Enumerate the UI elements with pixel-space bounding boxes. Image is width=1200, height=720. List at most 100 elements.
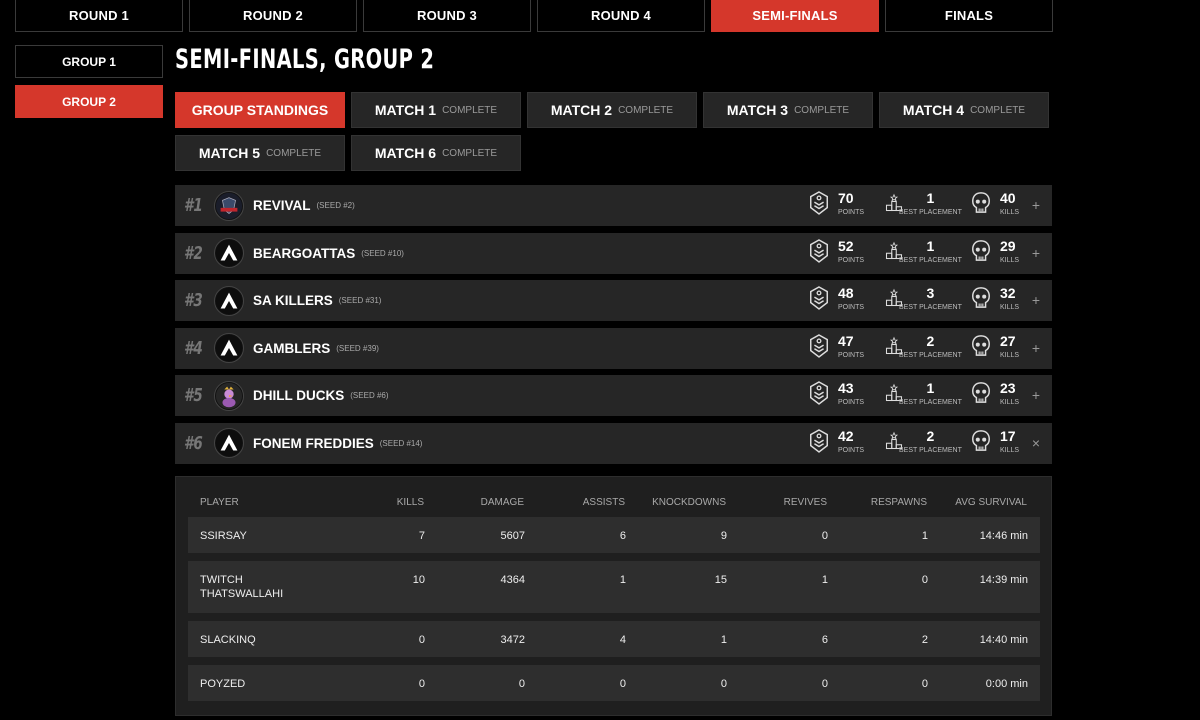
apex-logo [214, 238, 244, 268]
tab-group-standings[interactable]: GROUP STANDINGS [175, 92, 345, 128]
team-row[interactable]: #3 SA KILLERS (SEED #31) 48 POINTS 3 BEST PLAC… [175, 280, 1052, 321]
match-tab[interactable]: MATCH 1 COMPLETE [351, 92, 521, 128]
match-tab-label: MATCH 5 [198, 145, 261, 161]
points-values: 70 POINTS [838, 190, 864, 217]
kills-caption: KILLS [1000, 399, 1020, 406]
kills-stat: 23 KILLS [970, 380, 1019, 407]
best-placement-values: 1 BEST PLACEMENT [899, 380, 962, 407]
points-values: 47 POINTS [838, 333, 864, 360]
cell-respawns: 0 [921, 678, 928, 690]
table-row: SLACKINQ 0 3472 4 1 6 2 14:40 min [188, 621, 1040, 657]
match-status: COMPLETE [794, 104, 850, 116]
team-name: BEARGOATTAS [253, 245, 356, 261]
kills-icon [970, 190, 1000, 216]
header-damage: DAMAGE [480, 497, 524, 508]
kills-stat: 32 KILLS [970, 285, 1019, 312]
player-table-header: PLAYER KILLS DAMAGE ASSISTS KNOCKDOWNS REVIVE… [176, 477, 1051, 517]
round-tab-1[interactable]: ROUND 1 [15, 0, 183, 32]
expand-icon[interactable]: + [1032, 292, 1040, 308]
kills-values: 40 KILLS [1000, 190, 1019, 217]
match-tabs: GROUP STANDINGS MATCH 1 COMPLETE MATCH 2 COM… [175, 92, 1052, 178]
cell-kills: 0 [418, 678, 425, 690]
table-row: SSIRSAY 7 5607 6 9 0 1 14:46 min [188, 517, 1040, 553]
cell-avg-survival: 0:00 min [985, 678, 1028, 690]
team-rank: #5 [184, 385, 203, 406]
cell-kills: 10 [412, 574, 425, 586]
points-icon [808, 333, 838, 359]
cell-respawns: 2 [921, 634, 928, 646]
match-tab-label: MATCH 6 [374, 145, 437, 161]
header-avg-survival: AVG SURVIVAL [955, 497, 1027, 508]
round-tab-3[interactable]: ROUND 3 [363, 0, 531, 32]
team-row[interactable]: #4 GAMBLERS (SEED #39) 47 POINTS 2 BEST PLACEM… [175, 327, 1052, 369]
team-row[interactable]: #5 DHILL DUCKS (SEED #6) 43 POINTS 1 BEST PLAC… [175, 375, 1052, 416]
team-row[interactable]: #6 FONEM FREDDIES (SEED #14) 42 POINTS 2 BEST … [175, 422, 1052, 464]
kills-stat: 17 KILLS [970, 428, 1019, 455]
group-tab-1[interactable]: GROUP 1 [15, 45, 163, 78]
cell-player: SSIRSAY [200, 530, 247, 542]
round-tabs: ROUND 1 ROUND 2 ROUND 3 ROUND 4 SEMI-FINALS F… [15, 0, 1059, 32]
match-tab[interactable]: MATCH 3 COMPLETE [703, 92, 873, 128]
expand-icon[interactable]: + [1032, 197, 1040, 213]
points-values: 52 POINTS [838, 238, 864, 265]
cell-assists: 1 [619, 574, 626, 586]
match-tab[interactable]: MATCH 6 COMPLETE [351, 135, 521, 171]
header-assists: ASSISTS [582, 497, 625, 508]
match-tab[interactable]: MATCH 4 COMPLETE [879, 92, 1049, 128]
kills-caption: KILLS [1000, 256, 1020, 264]
expand-icon[interactable]: + [1032, 387, 1040, 403]
round-tab-6[interactable]: FINALS [885, 0, 1053, 32]
cell-revives: 0 [821, 678, 828, 690]
cell-assists: 0 [619, 678, 626, 690]
best-placement-caption: BEST PLACEMENT [899, 446, 962, 454]
match-tab[interactable]: MATCH 5 COMPLETE [175, 135, 345, 171]
best-placement-caption: BEST PLACEMENT [899, 256, 962, 264]
header-knockdowns: KNOCKDOWNS [652, 497, 726, 508]
round-tab-2[interactable]: ROUND 2 [189, 0, 357, 32]
points-value: 42 [838, 427, 854, 444]
team-name: SA KILLERS [253, 293, 333, 308]
match-tab-label: MATCH 2 [550, 102, 613, 118]
kills-values: 32 KILLS [1000, 285, 1019, 312]
cell-revives: 0 [821, 530, 828, 542]
table-row: POYZED 0 0 0 0 0 0 0:00 min [188, 665, 1040, 701]
best-placement-values: 2 BEST PLACEMENT [899, 333, 962, 360]
best-placement-value: 1 [926, 380, 935, 396]
group-tab-2[interactable]: GROUP 2 [15, 85, 163, 118]
points-icon [808, 190, 838, 216]
round-tab-4[interactable]: ROUND 4 [537, 0, 705, 32]
expand-icon[interactable]: + [1032, 245, 1040, 261]
match-status: COMPLETE [970, 104, 1026, 116]
best-placement-caption: BEST PLACEMENT [899, 304, 962, 311]
team-rank: #6 [184, 432, 203, 454]
points-icon [808, 285, 838, 311]
cell-damage: 5607 [500, 530, 525, 542]
team-rank: #2 [184, 242, 203, 264]
match-tab[interactable]: MATCH 2 COMPLETE [527, 92, 697, 128]
best-placement-value: 1 [926, 190, 935, 206]
team-row[interactable]: #1 REVIVAL (SEED #2) 70 POINTS 1 BEST PLACEMEN… [175, 185, 1052, 226]
points-values: 43 POINTS [838, 380, 864, 407]
points-caption: POINTS [838, 209, 865, 216]
expand-icon[interactable]: + [1032, 340, 1040, 356]
best-placement-value: 3 [926, 285, 935, 301]
team-name: GAMBLERS [253, 340, 331, 356]
cell-avg-survival: 14:46 min [979, 530, 1028, 542]
round-tab-5[interactable]: SEMI-FINALS [711, 0, 879, 32]
cell-damage: 3472 [500, 634, 525, 646]
best-placement-caption: BEST PLACEMENT [899, 399, 962, 406]
cell-player: SLACKINQ [200, 634, 256, 646]
player-stats-table: PLAYER KILLS DAMAGE ASSISTS KNOCKDOWNS REVIVE… [175, 476, 1052, 716]
collapse-icon[interactable]: × [1032, 435, 1040, 451]
points-caption: POINTS [838, 304, 865, 311]
best-placement-stat: 2 BEST PLACEMENT [885, 428, 962, 455]
kills-value: 27 [1000, 332, 1016, 349]
team-name: DHILL DUCKS [253, 388, 345, 403]
team-seed: (SEED #6) [350, 391, 389, 400]
points-stat: 42 POINTS [808, 428, 864, 455]
team-row[interactable]: #2 BEARGOATTAS (SEED #10) 52 POINTS 1 BEST PLA… [175, 232, 1052, 274]
team-name: REVIVAL [253, 198, 311, 213]
points-stat: 48 POINTS [808, 285, 864, 312]
kills-values: 27 KILLS [1000, 333, 1019, 360]
match-tab-row: GROUP STANDINGS MATCH 1 COMPLETE MATCH 2 COM… [175, 92, 1052, 128]
